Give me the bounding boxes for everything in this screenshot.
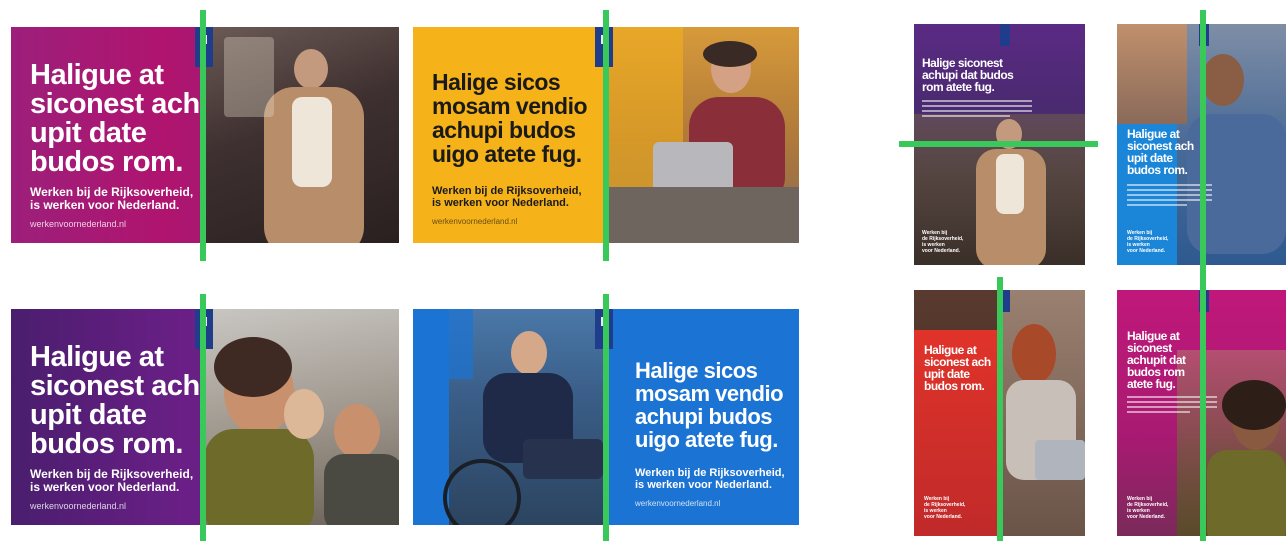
- tagline: Werken bij de Rijksoverheid, is werken voor…: [1127, 496, 1169, 520]
- headline: Halige siconest achupi dat budos rom atete…: [922, 56, 1014, 94]
- tagline: Werken bij de Rijksoverheid, is werken vo…: [635, 467, 785, 491]
- guide-line: [603, 294, 609, 541]
- photo-woman-smiling: [1177, 350, 1286, 536]
- tagline: Werken bij de Rijksoverheid, is werken voor…: [922, 230, 964, 254]
- headline: Haligue at siconest ach upit date budos ro…: [30, 341, 200, 460]
- guide-line: [997, 277, 1003, 541]
- photo-woman-phone: [204, 27, 399, 243]
- headline: Haligue at siconest achupit dat budos rom a…: [1127, 329, 1186, 391]
- photo-woman-laptop: [1000, 290, 1085, 536]
- guide-line: [1200, 10, 1206, 541]
- guide-line: [200, 294, 206, 541]
- guide-line: [200, 10, 206, 261]
- website-url: werkenvoornederland.nl: [30, 219, 127, 229]
- headline: Halige sicos mosam vendio achupi budos uig…: [432, 69, 588, 167]
- body-text-placeholder: [922, 100, 1032, 120]
- website-url: werkenvoornederland.nl: [432, 217, 518, 226]
- headline: Haligue at siconest ach upit date budos ro…: [924, 343, 991, 393]
- tagline: Werken bij de Rijksoverheid, is werken voor…: [1127, 230, 1169, 254]
- website-url: werkenvoornederland.nl: [30, 501, 127, 511]
- photo-woman-headphones: [603, 27, 799, 243]
- tagline: Werken bij de Rijksoverheid, is werken vo…: [30, 467, 194, 494]
- headline: Haligue at siconest ach upit date budos ro…: [30, 59, 200, 178]
- headline: Haligue at siconest ach upit date budos ro…: [1127, 127, 1194, 177]
- tagline: Werken bij de Rijksoverheid, is werken vo…: [432, 185, 582, 209]
- website-url: werkenvoornederland.nl: [635, 499, 721, 508]
- headline: Halige sicos mosam vendio achupi budos uig…: [635, 358, 784, 452]
- guide-line: [603, 10, 609, 261]
- rijksoverheid-logo: [1000, 24, 1010, 46]
- tagline: Werken bij de Rijksoverheid, is werken vo…: [30, 185, 194, 212]
- photo-people-laughing: [204, 309, 399, 525]
- photo-man-wheelchair: [413, 309, 609, 525]
- guide-line: [899, 141, 1098, 147]
- tagline: Werken bij de Rijksoverheid, is werken voor…: [924, 496, 966, 520]
